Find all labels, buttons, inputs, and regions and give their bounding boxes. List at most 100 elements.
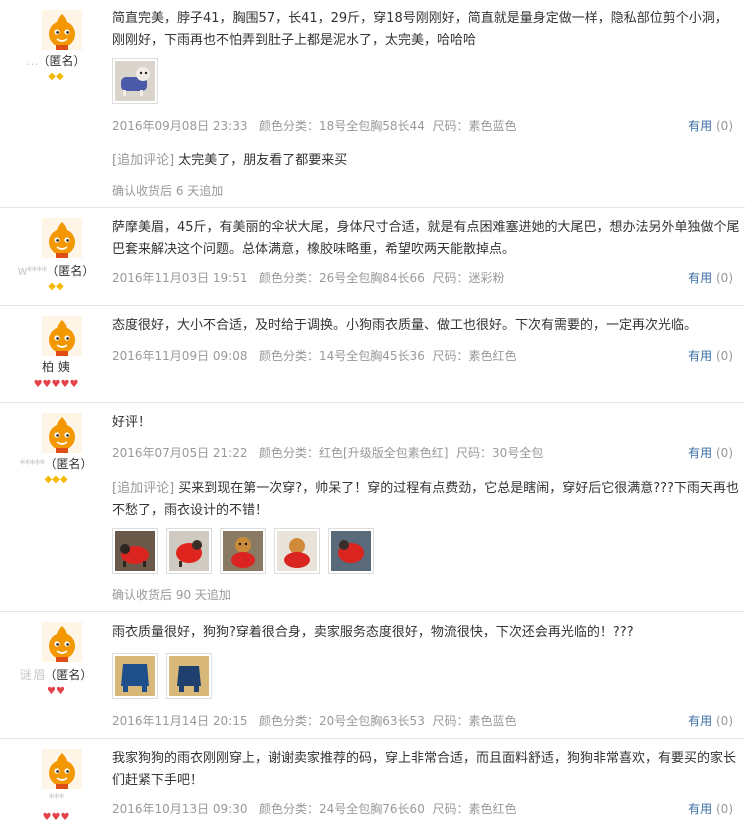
append-after-note: 确认收货后 6 天追加	[112, 184, 224, 198]
size-value: 迷彩粉	[468, 271, 505, 285]
review-photo-thumb[interactable]	[274, 528, 320, 574]
review-meta: 2016年09月08日 23:33 颜色分类：18号全包胸58长44 尺码：素色蓝…	[112, 117, 740, 134]
color-label: 颜色分类：	[259, 714, 320, 728]
review-text: 雨衣质量很好，狗狗?穿着很合身，卖家服务态度很好，物流很快，下次还会再光临的！?…	[112, 625, 634, 640]
review-photos	[112, 528, 374, 574]
helpful-count: (0)	[716, 119, 733, 133]
review-item: w****（匿名） ◆◆ 萨摩美眉，45斤，有美丽的伞状大尾，身体尺寸合适，就是…	[0, 208, 745, 306]
username: w****（匿名）	[0, 262, 112, 279]
color-label: 颜色分类：	[259, 119, 320, 133]
color-value: 24号全包胸76长60	[319, 802, 425, 816]
helpful-count: (0)	[716, 714, 733, 728]
review-meta: 2016年11月09日 09:08 颜色分类：14号全包胸45长36 尺码：素色红…	[112, 347, 740, 364]
helpful-label[interactable]: 有用	[688, 119, 712, 133]
size-label: 尺码：	[432, 271, 469, 285]
buyer-rank-heart-icon: ♥♥♥♥♥	[33, 379, 79, 390]
helpful-label[interactable]: 有用	[688, 349, 712, 363]
size-label: 尺码：	[432, 349, 469, 363]
dog-photo-icon	[115, 61, 155, 101]
color-value: 20号全包胸63长53	[319, 714, 425, 728]
username: ***	[0, 791, 112, 805]
helpful-label[interactable]: 有用	[688, 446, 712, 460]
helpful-button[interactable]: 有用 (0)	[688, 444, 733, 461]
review-meta: 2016年10月13日 09:30 颜色分类：24号全包胸76长60 尺码：素色红…	[112, 800, 740, 817]
buyer-rank-heart-icon: ♥♥♥	[42, 812, 70, 823]
review-photo-thumb[interactable]	[328, 528, 374, 574]
review-date: 2016年11月14日 20:15	[112, 714, 248, 728]
helpful-button[interactable]: 有用 (0)	[688, 800, 733, 817]
helpful-label[interactable]: 有用	[688, 271, 712, 285]
helpful-count: (0)	[716, 271, 733, 285]
review-item: 柏 姨 ♥♥♥♥♥ 态度很好，大小不合适，及时给于调换。小狗雨衣质量、做工也很好…	[0, 306, 745, 403]
review-date: 2016年11月03日 19:51	[112, 271, 248, 285]
color-value: 红色[升级版全包素色红]	[319, 446, 449, 460]
helpful-button[interactable]: 有用 (0)	[688, 712, 733, 729]
avatar	[42, 218, 82, 258]
review-date: 2016年07月05日 21:22	[112, 446, 248, 460]
username-masked: *****	[19, 457, 45, 471]
review-date: 2016年09月08日 23:33	[112, 119, 248, 133]
review-photo-thumb[interactable]	[166, 528, 212, 574]
review-item: *****（匿名） ◆◆◆ 好评！ 2016年07月05日 21:22 颜色分类：…	[0, 403, 745, 612]
username-anon: （匿名）	[44, 668, 93, 682]
helpful-count: (0)	[716, 446, 733, 460]
helpful-count: (0)	[716, 349, 733, 363]
size-value: 素色红色	[468, 802, 517, 816]
review-photo-thumb[interactable]	[220, 528, 266, 574]
size-value: 素色蓝色	[468, 714, 517, 728]
review-meta: 2016年11月14日 20:15 颜色分类：20号全包胸63长53 尺码：素色蓝…	[112, 712, 740, 729]
color-value: 14号全包胸45长36	[319, 349, 425, 363]
avatar	[42, 749, 82, 789]
helpful-label[interactable]: 有用	[688, 802, 712, 816]
review-photos	[112, 653, 212, 699]
review-text: 态度很好，大小不合适，及时给于调换。小狗雨衣质量、做工也很好。下次有需要的，一定…	[112, 318, 698, 333]
size-label: 尺码：	[456, 446, 493, 460]
append-text: 太完美了，朋友看了都要来买	[178, 153, 348, 168]
append-text: 买来到现在第一次穿?，帅呆了！穿的过程有点费劲，它总是瞎闹，穿好后它很满意???…	[112, 481, 739, 518]
avatar	[42, 413, 82, 453]
review-photo-thumb[interactable]	[166, 653, 212, 699]
helpful-button[interactable]: 有用 (0)	[688, 269, 733, 286]
dog-photo-icon	[169, 531, 209, 571]
review-text: 简直完美，脖子41，胸围57，长41，29斤，穿18号刚刚好，简直就是量身定做一…	[112, 11, 728, 48]
append-comment: [追加评论] 买来到现在第一次穿?，帅呆了！穿的过程有点费劲，它总是瞎闹，穿好后…	[112, 478, 740, 522]
avatar	[42, 10, 82, 50]
buyer-rank-diamond-icon: ◆◆	[48, 71, 64, 82]
review-photo-thumb[interactable]	[112, 58, 158, 104]
append-after-note: 确认收货后 90 天追加	[112, 588, 231, 602]
helpful-label[interactable]: 有用	[688, 714, 712, 728]
size-label: 尺码：	[432, 714, 469, 728]
review-text: 我家狗狗的雨衣刚刚穿上，谢谢卖家推荐的码，穿上非常合适，而且面料舒适，狗狗非常喜…	[112, 751, 737, 788]
review-photos	[112, 58, 158, 104]
username: 谜 眉（匿名）	[0, 666, 112, 683]
username-masked: ***	[48, 791, 65, 805]
dog-photo-icon	[277, 531, 317, 571]
helpful-button[interactable]: 有用 (0)	[688, 117, 733, 134]
avatar	[42, 622, 82, 662]
buyer-rank-diamond-icon: ◆◆◆	[44, 474, 68, 485]
review-photo-thumb[interactable]	[112, 653, 158, 699]
buyer-rank-heart-icon: ♥♥	[47, 686, 65, 697]
username-masked: 谜 眉	[19, 668, 46, 682]
helpful-button[interactable]: 有用 (0)	[688, 347, 733, 364]
raincoat-photo-icon	[115, 656, 155, 696]
username-anon: （匿名）	[37, 54, 86, 68]
color-label: 颜色分类：	[259, 271, 320, 285]
dog-photo-icon	[223, 531, 263, 571]
username: *****（匿名）	[0, 455, 112, 472]
color-value: 26号全包胸84长66	[319, 271, 425, 285]
review-photo-thumb[interactable]	[112, 528, 158, 574]
dog-photo-icon	[115, 531, 155, 571]
size-value: 30号全包	[492, 446, 544, 460]
append-comment: [追加评论] 太完美了，朋友看了都要来买	[112, 150, 740, 172]
review-text: 好评！	[112, 415, 152, 430]
username-anon: （匿名）	[46, 264, 95, 278]
helpful-count: (0)	[716, 802, 733, 816]
size-label: 尺码：	[432, 802, 469, 816]
raincoat-photo-icon	[169, 656, 209, 696]
dog-photo-icon	[331, 531, 371, 571]
append-tag: [追加评论]	[112, 153, 175, 168]
review-item: 谜 眉（匿名） ♥♥ 雨衣质量很好，狗狗?穿着很合身，卖家服务态度很好，物流很快…	[0, 612, 745, 739]
review-date: 2016年11月09日 09:08	[112, 349, 248, 363]
review-item: *** ♥♥♥ 我家狗狗的雨衣刚刚穿上，谢谢卖家推荐的码，穿上非常合适，而且面料…	[0, 739, 745, 835]
